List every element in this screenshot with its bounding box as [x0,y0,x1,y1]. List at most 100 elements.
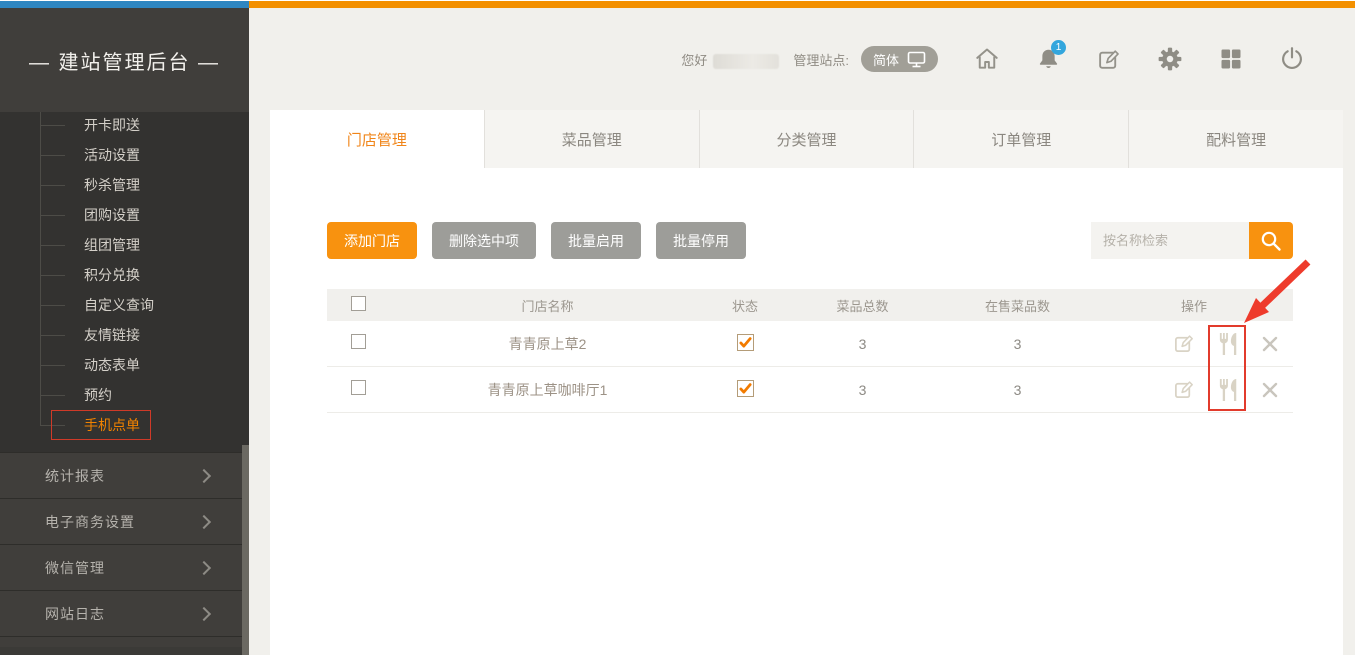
status-checkbox-checked[interactable] [737,380,754,397]
sidebar-item-custom-query[interactable]: 自定义查询 [0,290,249,320]
header-actions: 操作 [1095,296,1293,315]
app-logo: — 建站管理后台 — [0,8,249,112]
add-store-button[interactable]: 添加门店 [327,222,417,259]
table-header-row: 门店名称 状态 菜品总数 在售菜品数 操作 [327,289,1293,321]
edit-icon [1173,378,1196,401]
annotation-red-box-forks [1208,325,1246,411]
tree-tick [40,215,65,216]
sidebar-item-dynamic-form[interactable]: 动态表单 [0,350,249,380]
monitor-icon [907,51,926,68]
grid-icon [1219,47,1243,71]
tab-store-management[interactable]: 门店管理 [270,110,484,168]
search-box [1091,222,1293,259]
chevron-right-icon [197,606,211,620]
tab-ingredient-management[interactable]: 配料管理 [1128,110,1343,168]
sidebar-item-group-buy[interactable]: 团购设置 [0,200,249,230]
sidebar-item-reservation[interactable]: 预约 [0,380,249,410]
search-icon [1259,229,1283,253]
edit-store-button[interactable] [1173,378,1196,401]
sidebar-section-ecommerce[interactable]: 电子商务设置 [0,498,249,544]
tab-order-management[interactable]: 订单管理 [913,110,1128,168]
status-checkbox-checked[interactable] [737,334,754,351]
sidebar-section-statistics[interactable]: 统计报表 [0,452,249,498]
tree-tick [40,125,65,126]
sidebar-item-points-exchange[interactable]: 积分兑换 [0,260,249,290]
topbar: 您好 管理站点: 简体 1 [249,8,1355,110]
sidebar-section-site-log[interactable]: 网站日志 [0,590,249,636]
check-icon [739,336,752,349]
home-icon [974,46,1000,72]
tree-tick [40,365,65,366]
notification-badge: 1 [1051,40,1066,55]
chevron-right-icon [197,514,211,528]
redacted-username [713,54,779,69]
sidebar-item-team-manage[interactable]: 组团管理 [0,230,249,260]
row-actions [1095,377,1293,402]
sidebar-item-card-gift[interactable]: 开卡即送 [0,110,249,140]
app-logo-text: — 建站管理后台 — [29,46,220,75]
site-label: 管理站点: [793,50,849,69]
dish-on-sale-value: 3 [940,336,1095,352]
edit-icon [1173,332,1196,355]
chevron-right-icon [197,468,211,482]
language-label: 简体 [873,50,899,69]
sidebar-section-partial [0,636,249,647]
row-checkbox[interactable] [351,380,366,395]
check-icon [739,382,752,395]
tab-dish-management[interactable]: 菜品管理 [484,110,699,168]
sidebar-item-friend-links[interactable]: 友情链接 [0,320,249,350]
batch-disable-button[interactable]: 批量停用 [656,222,746,259]
module-tabs: 门店管理 菜品管理 分类管理 订单管理 配料管理 [270,110,1343,168]
settings-button[interactable] [1157,46,1183,72]
sidebar-sections: 统计报表 电子商务设置 微信管理 网站日志 [0,452,249,647]
topbar-icons: 1 [974,46,1305,72]
store-name: 青青原上草咖啡厅1 [390,380,705,400]
tree-tick [40,335,65,336]
store-table: 门店名称 状态 菜品总数 在售菜品数 操作 青青原上草2 3 3 [327,289,1293,413]
sidebar-section-wechat[interactable]: 微信管理 [0,544,249,590]
sidebar-item-activity-settings[interactable]: 活动设置 [0,140,249,170]
sidebar-scrollbar-thumb[interactable] [242,445,249,655]
header-dish-on-sale: 在售菜品数 [940,296,1095,315]
greeting-text: 您好 [681,50,707,69]
dish-total-value: 3 [785,336,940,352]
select-all-checkbox[interactable] [351,296,366,311]
edit-icon [1097,47,1122,72]
row-checkbox[interactable] [351,334,366,349]
tree-tick [40,245,65,246]
dish-total-value: 3 [785,382,940,398]
chevron-right-icon [197,560,211,574]
admin-console: 开卡即送 活动设置 秒杀管理 团购设置 组团管理 积分兑换 自定义查询 友情链接… [0,0,1355,655]
dish-on-sale-value: 3 [940,382,1095,398]
edit-content-button[interactable] [1096,46,1122,72]
language-pill-button[interactable]: 简体 [861,46,938,72]
tree-tick [40,185,65,186]
sidebar-item-flash-sale[interactable]: 秒杀管理 [0,170,249,200]
notifications-button[interactable]: 1 [1035,46,1061,72]
home-button[interactable] [974,46,1000,72]
search-button[interactable] [1249,222,1293,259]
top-stripe-blue [0,1,249,8]
tree-tick [40,395,65,396]
close-icon [1261,381,1279,399]
search-input[interactable] [1091,222,1249,259]
table-row: 青青原上草咖啡厅1 3 3 [327,367,1293,413]
tree-tick [40,155,65,156]
power-icon [1279,46,1305,72]
delete-selected-button[interactable]: 删除选中项 [432,222,536,259]
edit-store-button[interactable] [1173,332,1196,355]
tree-tick [40,275,65,276]
logout-button[interactable] [1279,46,1305,72]
header-status: 状态 [705,296,785,315]
apps-grid-button[interactable] [1218,46,1244,72]
sidebar-item-mobile-ordering[interactable]: 手机点单 [0,410,249,440]
row-actions [1095,331,1293,356]
top-stripe-orange [249,1,1355,8]
table-row: 青青原上草2 3 3 [327,321,1293,367]
close-icon [1261,335,1279,353]
tab-category-management[interactable]: 分类管理 [699,110,914,168]
batch-enable-button[interactable]: 批量启用 [551,222,641,259]
delete-store-button[interactable] [1261,335,1279,353]
delete-store-button[interactable] [1261,381,1279,399]
gear-icon [1157,46,1183,72]
